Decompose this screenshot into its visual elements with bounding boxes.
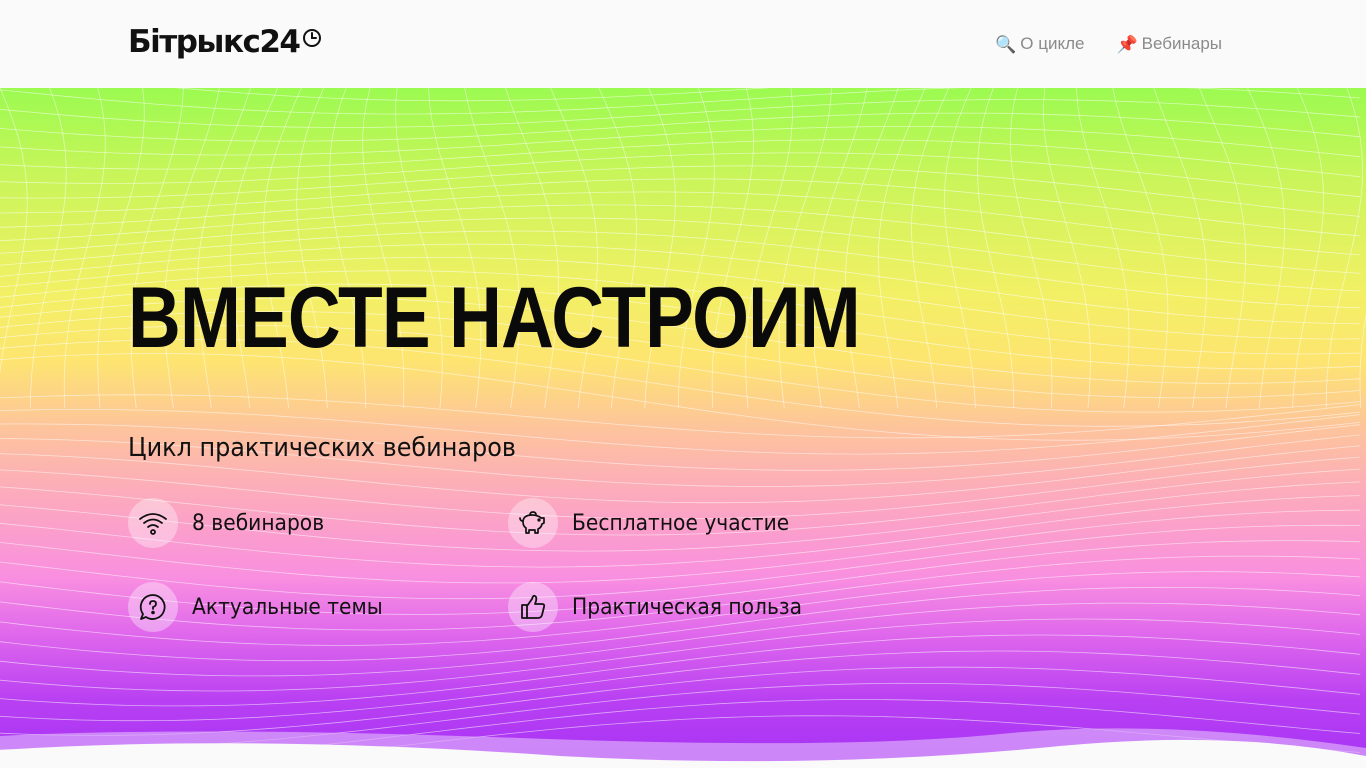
mesh-line [1292, 88, 1325, 409]
mesh-line [0, 139, 1361, 178]
mesh-line [0, 88, 1361, 115]
mesh-line [0, 88, 28, 374]
header: Бітрыкс24 🔍 О цикле 📌 Вебинары [0, 0, 1366, 88]
question-bubble-icon [128, 582, 178, 632]
clock-icon [302, 29, 321, 47]
mesh-line [1198, 88, 1246, 409]
hero-banner: ВМЕСТЕ НАСТРОИМ Цикл практических вебина… [0, 88, 1366, 768]
page: Бітрыкс24 🔍 О цикле 📌 Вебинары ВМЕСТЕ НА… [0, 0, 1366, 768]
mesh-line [1359, 313, 1366, 409]
feature-free-participation: Бесплатное участие [508, 498, 808, 548]
mesh-line [0, 126, 1361, 158]
mesh-line [1325, 88, 1364, 409]
feature-practical-benefit: Практическая польза [508, 582, 822, 632]
wifi-icon [128, 498, 178, 548]
nav-webinars-label: Вебинары [1141, 34, 1222, 53]
thumbs-up-icon [508, 582, 558, 632]
mesh-line [0, 634, 1361, 707]
feature-label: Практическая польза [572, 594, 803, 620]
mesh-line [0, 204, 1361, 274]
piggy-bank-icon [508, 498, 558, 548]
magnifier-icon: 🔍 [995, 34, 1017, 54]
hero-title: ВМЕСТЕ НАСТРОИМ [128, 270, 861, 366]
bitrix24-logo[interactable]: Бітрыкс24 [128, 22, 322, 62]
feature-label: Бесплатное участие [572, 510, 790, 536]
top-nav: 🔍 О цикле 📌 Вебинары [995, 30, 1222, 58]
feature-label: Актуальные темы [192, 594, 383, 620]
feature-relevant-topics: Актуальные темы [128, 582, 399, 632]
mesh-line [1010, 88, 1053, 409]
mesh-line [63, 88, 106, 409]
feature-webinars-count: 8 вебинаров [128, 498, 336, 548]
mesh-line [977, 88, 1015, 409]
mesh-line [30, 88, 67, 409]
mesh-line [878, 88, 926, 409]
logo-text: Бітрыкс24 [128, 24, 301, 60]
feature-label: 8 вебинаров [192, 510, 325, 536]
bottom-wave-divider [0, 728, 1366, 768]
nav-about-cycle-link[interactable]: 🔍 О цикле [995, 30, 1084, 58]
hero-subtitle: Цикл практических вебинаров [128, 433, 516, 463]
wave-mesh-background [0, 88, 1366, 768]
pushpin-icon: 📌 [1116, 34, 1138, 54]
nav-webinars-link[interactable]: 📌 Вебинары [1116, 30, 1222, 58]
mesh-line [0, 165, 1361, 217]
mesh-line [0, 152, 1361, 198]
mesh-line [911, 88, 950, 409]
nav-about-cycle-label: О цикле [1020, 34, 1085, 53]
mesh-line [1076, 88, 1130, 409]
